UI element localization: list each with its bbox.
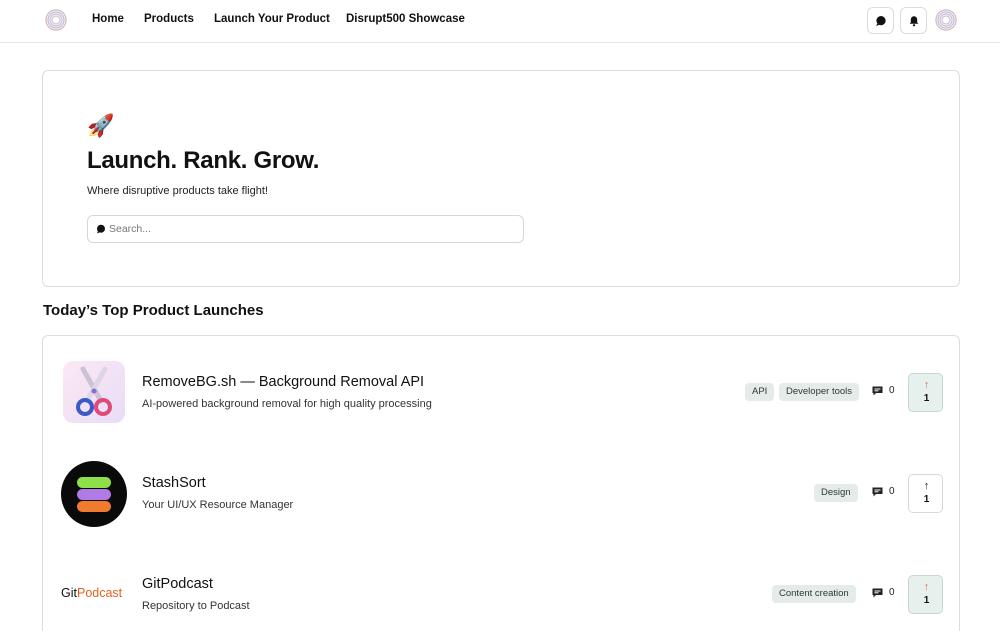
logo-text-git: Git [61, 586, 77, 600]
comment-icon [872, 487, 883, 496]
notifications-button[interactable] [900, 7, 927, 34]
comments-value: 0 [889, 385, 895, 396]
tag-design[interactable]: Design [814, 484, 858, 502]
hero-title: Launch. Rank. Grow. [87, 147, 320, 174]
comments-count[interactable]: 0 [872, 385, 895, 396]
product-name[interactable]: RemoveBG.sh — Background Removal API [142, 374, 424, 390]
product-name[interactable]: GitPodcast [142, 576, 213, 592]
product-logo-gitpodcast[interactable]: GitPodcast [61, 578, 131, 608]
logo-bar-green [77, 477, 111, 488]
nav-disrupt500-showcase[interactable]: Disrupt500 Showcase [346, 13, 476, 25]
bell-icon [909, 15, 918, 26]
product-logo-stashsort[interactable] [61, 461, 127, 527]
comment-icon [872, 588, 883, 597]
upvote-button[interactable]: ↑ 1 [908, 373, 943, 412]
upvote-arrow-icon: ↑ [923, 581, 930, 593]
upvote-arrow-icon: ↑ [923, 480, 930, 492]
comments-value: 0 [889, 587, 895, 598]
search-input[interactable] [109, 220, 509, 238]
tag-content-creation[interactable]: Content creation [772, 585, 856, 603]
user-avatar[interactable] [935, 9, 957, 31]
comments-count[interactable]: 0 [872, 587, 895, 598]
upvote-button[interactable]: ↑ 1 [908, 575, 943, 614]
hero-card: 🚀 Launch. Rank. Grow. Where disruptive p… [42, 70, 960, 287]
search-icon [97, 224, 105, 234]
main-nav: Home Products Launch Your Product Disrup… [92, 13, 476, 25]
product-row[interactable]: StashSort Your UI/UX Resource Manager De… [43, 447, 959, 537]
product-description: AI-powered background removal for high q… [142, 398, 432, 410]
messages-button[interactable] [867, 7, 894, 34]
logo-bar-purple [77, 489, 111, 500]
logo-text-podcast: Podcast [76, 586, 123, 600]
product-list: RemoveBG.sh — Background Removal API AI-… [42, 335, 960, 631]
upvote-button[interactable]: ↑ 1 [908, 474, 943, 513]
nav-launch-your-product[interactable]: Launch Your Product [214, 13, 346, 25]
tag-api[interactable]: API [745, 383, 775, 401]
tag-developer-tools[interactable]: Developer tools [779, 383, 860, 401]
top-navbar: Home Products Launch Your Product Disrup… [0, 0, 1000, 43]
comments-count[interactable]: 0 [872, 486, 895, 497]
comments-value: 0 [889, 486, 895, 497]
chat-icon [875, 15, 886, 26]
nav-products[interactable]: Products [144, 13, 214, 25]
logo-bar-orange [77, 501, 111, 512]
hero-subtitle: Where disruptive products take flight! [87, 185, 268, 197]
section-title: Today’s Top Product Launches [43, 302, 264, 319]
nav-home[interactable]: Home [92, 13, 144, 25]
scissors-icon [76, 366, 112, 416]
site-logo[interactable] [45, 9, 67, 31]
comment-icon [872, 386, 883, 395]
upvote-count: 1 [923, 393, 930, 404]
product-logo-removebg[interactable] [63, 361, 125, 423]
product-row[interactable]: GitPodcast GitPodcast Repository to Podc… [43, 548, 959, 631]
product-description: Repository to Podcast [142, 600, 250, 612]
product-row[interactable]: RemoveBG.sh — Background Removal API AI-… [43, 346, 959, 436]
product-description: Your UI/UX Resource Manager [142, 499, 294, 511]
search-box[interactable] [87, 215, 524, 243]
upvote-arrow-icon: ↑ [923, 379, 930, 391]
rocket-icon: 🚀 [87, 113, 115, 138]
product-name[interactable]: StashSort [142, 475, 206, 491]
upvote-count: 1 [923, 494, 930, 505]
upvote-count: 1 [923, 595, 930, 606]
